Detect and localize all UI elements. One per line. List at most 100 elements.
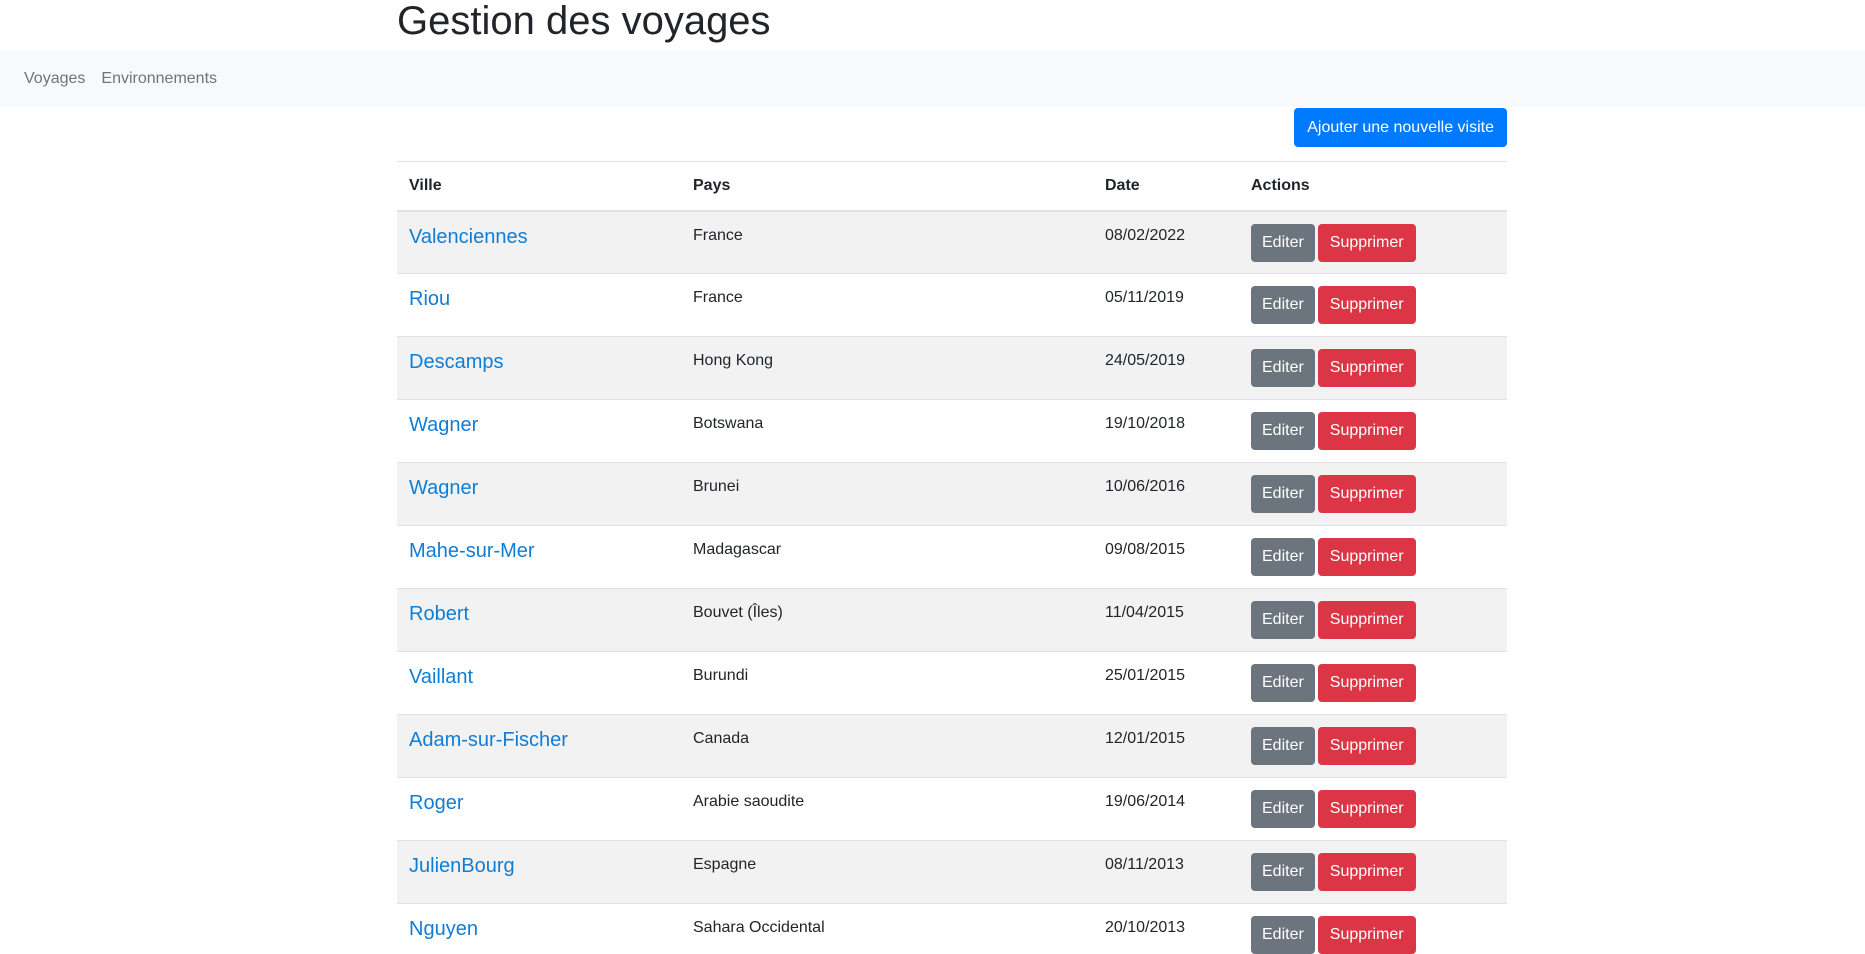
table-row: JulienBourg Espagne 08/11/2013 Editer Suppri… [397, 840, 1507, 904]
cell-date: 19/06/2014 [1093, 777, 1239, 841]
cell-actions: Editer Supprimer [1239, 588, 1507, 652]
table-row: Wagner Botswana 19/10/2018 Editer Supprimer [397, 399, 1507, 463]
main-container: Ajouter une nouvelle visite Ville Pays D… [397, 107, 1507, 954]
cell-actions: Editer Supprimer [1239, 462, 1507, 526]
cell-date: 19/10/2018 [1093, 399, 1239, 463]
delete-button[interactable]: Supprimer [1317, 916, 1416, 954]
edit-button[interactable]: Editer [1251, 475, 1315, 513]
column-header-pays: Pays [681, 161, 1093, 212]
edit-button[interactable]: Editer [1251, 538, 1315, 576]
header-container: Gestion des voyages [397, 0, 1507, 51]
cell-actions: Editer Supprimer [1239, 840, 1507, 904]
delete-button[interactable]: Supprimer [1317, 664, 1416, 702]
edit-button[interactable]: Editer [1251, 853, 1315, 891]
edit-button[interactable]: Editer [1251, 286, 1315, 324]
add-visit-button[interactable]: Ajouter une nouvelle visite [1294, 108, 1507, 147]
column-header-ville: Ville [397, 161, 681, 212]
delete-button[interactable]: Supprimer [1317, 727, 1416, 765]
city-link[interactable]: Riou [409, 288, 450, 311]
cell-actions: Editer Supprimer [1239, 210, 1507, 274]
date-text: 19/10/2018 [1105, 415, 1186, 432]
date-text: 12/01/2015 [1105, 730, 1186, 747]
cell-pays: Espagne [681, 840, 1093, 904]
cell-ville: Descamps [397, 336, 681, 400]
voyages-table: Ville Pays Date Actions Valenciennes Fran… [397, 161, 1507, 954]
delete-button[interactable]: Supprimer [1317, 412, 1416, 450]
city-link[interactable]: Vaillant [409, 666, 473, 689]
cell-pays: France [681, 210, 1093, 274]
delete-button[interactable]: Supprimer [1317, 601, 1416, 639]
city-link[interactable]: Nguyen [409, 918, 478, 941]
country-text: France [693, 226, 743, 244]
navbar: Voyages Environnements [0, 51, 1865, 107]
date-text: 10/06/2016 [1105, 478, 1186, 495]
edit-button[interactable]: Editer [1251, 601, 1315, 639]
cell-date: 20/10/2013 [1093, 903, 1239, 954]
cell-actions: Editer Supprimer [1239, 273, 1507, 337]
delete-button[interactable]: Supprimer [1317, 223, 1416, 262]
cell-ville: Roger [397, 777, 681, 841]
table-row: Vaillant Burundi 25/01/2015 Editer Supprimer [397, 651, 1507, 715]
cell-ville: Vaillant [397, 651, 681, 715]
delete-button[interactable]: Supprimer [1317, 286, 1416, 324]
edit-button[interactable]: Editer [1251, 916, 1315, 954]
cell-ville: Wagner [397, 399, 681, 463]
delete-button[interactable]: Supprimer [1317, 538, 1416, 576]
cell-pays: Madagascar [681, 525, 1093, 589]
table-body: Valenciennes France 08/02/2022 Editer Suppri… [397, 210, 1507, 954]
date-text: 20/10/2013 [1105, 919, 1186, 936]
cell-pays: Burundi [681, 651, 1093, 715]
delete-button[interactable]: Supprimer [1317, 853, 1416, 891]
cell-actions: Editer Supprimer [1239, 336, 1507, 400]
cell-date: 12/01/2015 [1093, 714, 1239, 778]
table-row: Roger Arabie saoudite 19/06/2014 Editer Supp… [397, 777, 1507, 841]
nav-link-voyages[interactable]: Voyages [24, 70, 85, 88]
date-text: 09/08/2015 [1105, 541, 1186, 558]
cell-pays: Botswana [681, 399, 1093, 463]
city-link[interactable]: Wagner [409, 414, 478, 437]
city-link[interactable]: Roger [409, 792, 463, 815]
cell-pays: France [681, 273, 1093, 337]
edit-button[interactable]: Editer [1251, 790, 1315, 828]
cell-ville: Adam-sur-Fischer [397, 714, 681, 778]
cell-pays: Bouvet (Îles) [681, 588, 1093, 652]
cell-pays: Canada [681, 714, 1093, 778]
country-text: Botswana [693, 415, 764, 432]
edit-button[interactable]: Editer [1251, 727, 1315, 765]
cell-ville: Wagner [397, 462, 681, 526]
delete-button[interactable]: Supprimer [1317, 790, 1416, 828]
city-link[interactable]: Wagner [409, 477, 478, 500]
city-link[interactable]: Robert [409, 603, 469, 626]
toolbar: Ajouter une nouvelle visite [397, 107, 1507, 161]
city-link[interactable]: JulienBourg [409, 855, 515, 878]
edit-button[interactable]: Editer [1251, 349, 1315, 387]
city-link[interactable]: Valenciennes [409, 226, 528, 249]
city-link[interactable]: Adam-sur-Fischer [409, 729, 568, 752]
country-text: Canada [693, 730, 750, 747]
table-row: Wagner Brunei 10/06/2016 Editer Supprimer [397, 462, 1507, 526]
edit-button[interactable]: Editer [1251, 412, 1315, 450]
table-row: Mahe-sur-Mer Madagascar 09/08/2015 Editer Su… [397, 525, 1507, 589]
cell-actions: Editer Supprimer [1239, 525, 1507, 589]
column-header-actions: Actions [1239, 161, 1507, 212]
country-text: Madagascar [693, 541, 782, 558]
table-row: Descamps Hong Kong 24/05/2019 Editer Supprim… [397, 336, 1507, 400]
nav-link-environnements[interactable]: Environnements [101, 70, 217, 88]
delete-button[interactable]: Supprimer [1317, 349, 1416, 387]
delete-button[interactable]: Supprimer [1317, 475, 1416, 513]
city-link[interactable]: Mahe-sur-Mer [409, 540, 535, 563]
cell-actions: Editer Supprimer [1239, 777, 1507, 841]
date-text: 08/02/2022 [1105, 226, 1186, 244]
cell-date: 11/04/2015 [1093, 588, 1239, 652]
table-header-row: Ville Pays Date Actions [397, 161, 1507, 212]
city-link[interactable]: Descamps [409, 351, 503, 374]
cell-date: 24/05/2019 [1093, 336, 1239, 400]
cell-actions: Editer Supprimer [1239, 714, 1507, 778]
edit-button[interactable]: Editer [1251, 664, 1315, 702]
country-text: Sahara Occidental [693, 919, 825, 936]
cell-actions: Editer Supprimer [1239, 651, 1507, 715]
edit-button[interactable]: Editer [1251, 223, 1315, 262]
cell-pays: Brunei [681, 462, 1093, 526]
cell-date: 25/01/2015 [1093, 651, 1239, 715]
cell-date: 09/08/2015 [1093, 525, 1239, 589]
